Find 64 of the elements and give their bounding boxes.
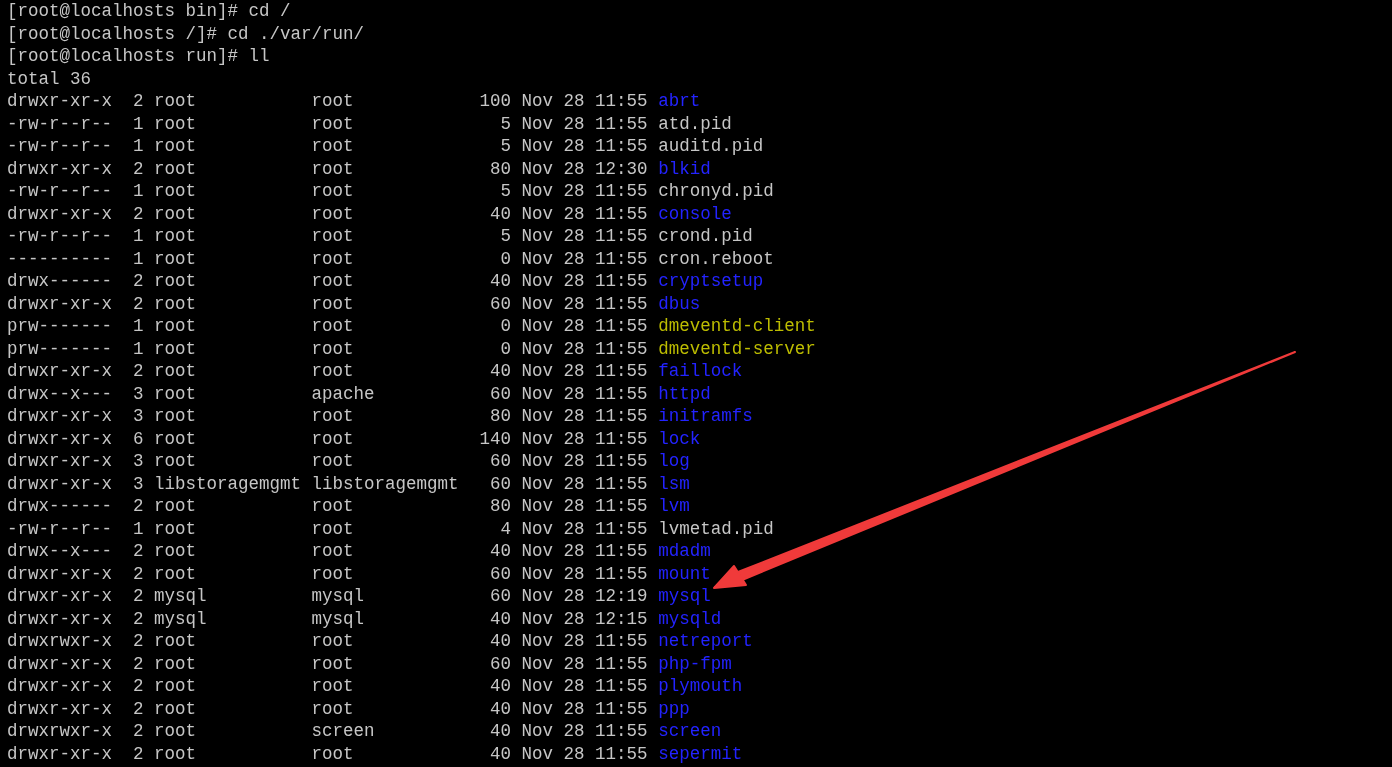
- file-name: mysqld: [658, 608, 722, 629]
- file-name: dmeventd-server: [658, 338, 816, 359]
- file-details: drwxr-xr-x 2 root root 40 Nov 28 11:55: [7, 743, 648, 764]
- file-details: drwxr-xr-x 2 root root 60 Nov 28 11:55: [7, 563, 648, 584]
- file-details: prw------- 1 root root 0 Nov 28 11:55: [7, 338, 648, 359]
- file-name: lvm: [658, 496, 690, 516]
- file-details: drwxr-xr-x 2 root root 40 Nov 28 11:55: [7, 676, 648, 696]
- file-name: log: [658, 451, 690, 471]
- file-details: drwxr-xr-x 2 mysql mysql 60 Nov 28 12:19: [7, 586, 648, 606]
- file-details: -rw-r--r-- 1 root root 5 Nov 28 11:55: [7, 226, 648, 246]
- file-name: auditd.pid: [658, 136, 764, 156]
- file-name: abrt: [658, 91, 701, 111]
- file-name: atd.pid: [658, 113, 732, 134]
- file-details: -rw-r--r-- 1 root root 5 Nov 28 11:55: [7, 113, 648, 134]
- file-name: mount: [658, 563, 711, 584]
- file-details: drwxr-xr-x 2 root root 60 Nov 28 11:55: [7, 653, 648, 674]
- command-line: [root@localhosts bin]# cd /: [7, 1, 291, 21]
- file-name: initramfs: [658, 406, 753, 426]
- file-name: mysql: [658, 586, 711, 606]
- file-name: cron.reboot: [658, 248, 774, 269]
- file-details: -rw-r--r-- 1 root root 5 Nov 28 11:55: [7, 181, 648, 201]
- file-details: drwxr-xr-x 2 root root 40 Nov 28 11:55: [7, 698, 648, 719]
- file-name: php-fpm: [658, 653, 732, 674]
- file-name: lsm: [658, 473, 690, 494]
- file-details: drwxr-xr-x 3 root root 80 Nov 28 11:55: [7, 406, 648, 426]
- file-details: -rw-r--r-- 1 root root 4 Nov 28 11:55: [7, 518, 648, 539]
- file-name: netreport: [658, 631, 753, 651]
- file-name: httpd: [658, 383, 711, 404]
- file-name: dmeventd-client: [658, 316, 816, 336]
- file-details: drwx------ 2 root root 80 Nov 28 11:55: [7, 496, 648, 516]
- file-details: drwxr-xr-x 3 root root 60 Nov 28 11:55: [7, 451, 648, 471]
- file-details: drwxr-xr-x 2 root root 40 Nov 28 11:55: [7, 203, 648, 224]
- file-name: plymouth: [658, 676, 743, 696]
- file-name: ppp: [658, 698, 690, 719]
- file-details: drwxr-xr-x 3 libstoragemgmt libstoragemgmt 60 Nov 28 11:55: [7, 473, 648, 494]
- file-name: lvmetad.pid: [658, 518, 774, 539]
- file-details: drwxr-xr-x 2 root root 80 Nov 28 12:30: [7, 158, 648, 179]
- file-name: chronyd.pid: [658, 181, 774, 201]
- file-details: drwxrwxr-x 2 root screen 40 Nov 28 11:55: [7, 721, 648, 741]
- file-details: drwxr-xr-x 6 root root 140 Nov 28 11:55: [7, 428, 648, 449]
- total-line: total 36: [7, 68, 91, 89]
- file-details: drwxr-xr-x 2 root root 100 Nov 28 11:55: [7, 91, 648, 111]
- file-details: -rw-r--r-- 1 root root 5 Nov 28 11:55: [7, 136, 648, 156]
- file-name: blkid: [658, 158, 711, 179]
- file-details: drwxrwxr-x 2 root root 40 Nov 28 11:55: [7, 631, 648, 651]
- file-details: drwxr-xr-x 2 root root 60 Nov 28 11:55: [7, 293, 648, 314]
- file-name: sepermit: [658, 743, 743, 764]
- file-name: dbus: [658, 293, 701, 314]
- command-line: [root@localhosts /]# cd ./var/run/: [7, 23, 365, 44]
- file-name: screen: [658, 721, 722, 741]
- file-name: mdadm: [658, 541, 711, 561]
- file-name: crond.pid: [658, 226, 753, 246]
- file-details: drwx--x--- 3 root apache 60 Nov 28 11:55: [7, 383, 648, 404]
- file-name: lock: [658, 428, 701, 449]
- file-details: prw------- 1 root root 0 Nov 28 11:55: [7, 316, 648, 336]
- file-details: ---------- 1 root root 0 Nov 28 11:55: [7, 248, 648, 269]
- file-name: console: [658, 203, 732, 224]
- file-details: drwxr-xr-x 2 mysql mysql 40 Nov 28 12:15: [7, 608, 648, 629]
- file-details: drwx------ 2 root root 40 Nov 28 11:55: [7, 271, 648, 291]
- file-details: drwxr-xr-x 2 root root 40 Nov 28 11:55: [7, 361, 648, 381]
- file-details: drwx--x--- 2 root root 40 Nov 28 11:55: [7, 541, 648, 561]
- command-line: [root@localhosts run]# ll: [7, 46, 270, 66]
- file-name: cryptsetup: [658, 271, 764, 291]
- file-name: faillock: [658, 361, 743, 381]
